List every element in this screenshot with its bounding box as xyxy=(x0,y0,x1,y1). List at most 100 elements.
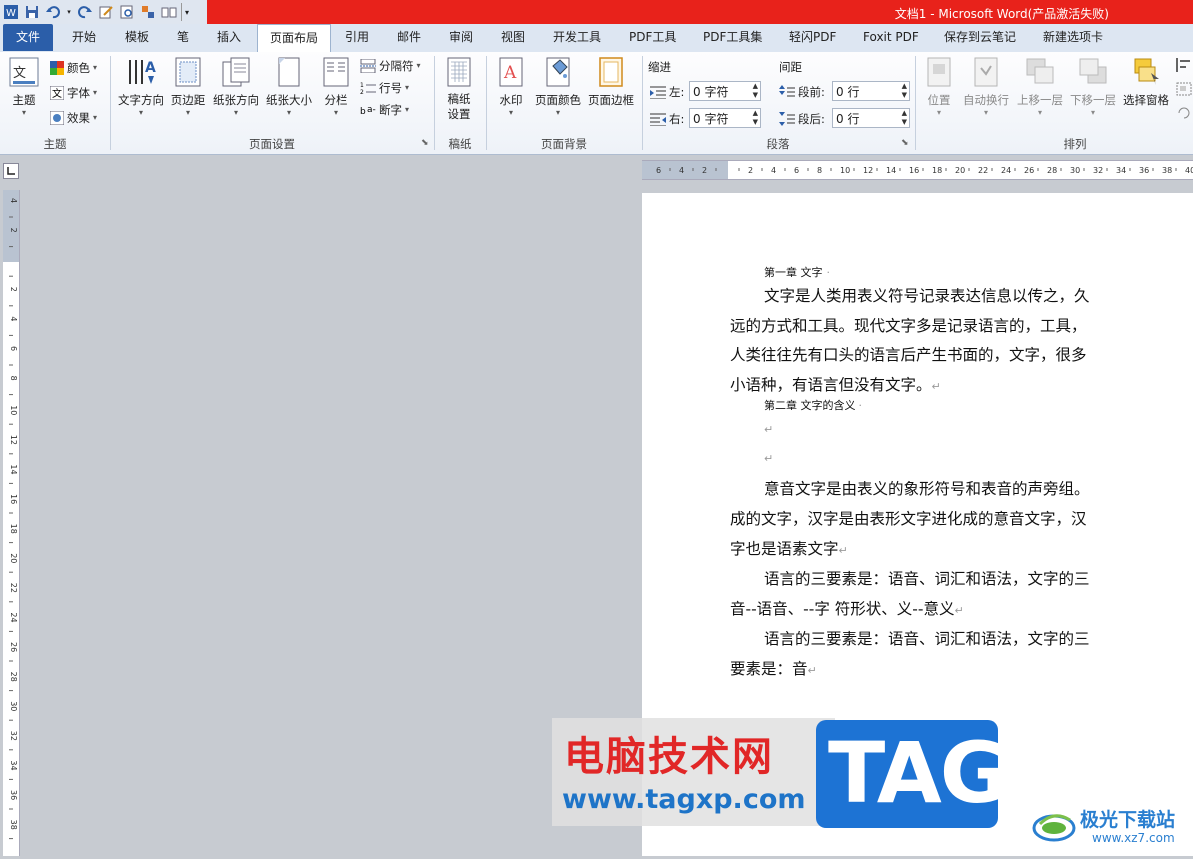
orientation-button[interactable]: 纸张方向 ▾ xyxy=(212,56,260,118)
bring-forward-button[interactable]: 上移一层 ▾ xyxy=(1015,56,1065,118)
selection-pane-button[interactable]: 选择窗格 xyxy=(1120,56,1172,108)
paragraph-4-line-1[interactable]: 语言的三要素是：语音、词汇和语法，文字的三 xyxy=(764,627,1090,649)
tab-insert[interactable]: 插入 xyxy=(217,24,241,51)
chapter-1-heading[interactable]: 第一章 文字 · xyxy=(764,264,830,280)
tab-new-tab[interactable]: 新建选项卡 xyxy=(1043,24,1103,51)
paragraph-2-line-2[interactable]: 成的文字，汉字是由表形文字进化成的意音文字，汉 xyxy=(730,507,1087,529)
ruler-tick-label: 38 xyxy=(1162,166,1172,175)
spin-arrows-icon[interactable]: ▲ ▼ xyxy=(902,82,907,100)
ruler-tick-label: 16 xyxy=(909,166,919,175)
indent-right-input[interactable]: 0 字符 ▲ ▼ xyxy=(689,108,761,128)
group-label-manuscript: 稿纸 xyxy=(448,137,472,151)
tab-foxit-pdf[interactable]: Foxit PDF xyxy=(863,24,919,51)
paragraph-3-line-1[interactable]: 语言的三要素是：语音、词汇和语法，文字的三 xyxy=(764,567,1090,589)
ruler-tick-label: 30 xyxy=(1070,166,1080,175)
spacing-before-input[interactable]: 0 行 ▲ ▼ xyxy=(832,81,910,101)
ruler-tick-label: 28 xyxy=(1047,166,1057,175)
paragraph-mark: ↵ xyxy=(838,544,848,557)
paragraph-1-line-3[interactable]: 人类往往先有口头的语言后产生书面的，文字，很多 xyxy=(730,343,1087,365)
read-mode-icon[interactable] xyxy=(160,3,178,21)
page-color-button[interactable]: 页面颜色 ▾ xyxy=(533,56,583,118)
margins-button[interactable]: 页边距 ▾ xyxy=(168,56,208,118)
breaks-button[interactable]: 分隔符 ▾ xyxy=(360,58,421,74)
paragraph-launcher-icon[interactable]: ⬊ xyxy=(901,138,909,148)
redo-icon[interactable] xyxy=(76,3,94,21)
watermark-button[interactable]: A 水印 ▾ xyxy=(494,56,528,118)
svg-text:1: 1 xyxy=(360,82,364,89)
indent-right-icon xyxy=(650,113,666,126)
text-direction-button[interactable]: A 文字方向 ▾ xyxy=(116,56,166,118)
group-label-page-setup: 页面设置 xyxy=(249,137,295,151)
line-numbers-button[interactable]: 12 行号 ▾ xyxy=(360,80,409,96)
wrap-text-button[interactable]: 自动换行 ▾ xyxy=(961,56,1011,118)
empty-paragraph-mark[interactable]: ↵ xyxy=(764,452,773,465)
paragraph-3-line-2[interactable]: 音--语音、--字 符形状、义--意义↵ xyxy=(730,597,964,619)
empty-paragraph-mark[interactable]: ↵ xyxy=(764,423,773,436)
tab-selector-button[interactable] xyxy=(3,163,19,179)
paragraph-1-line-2[interactable]: 远的方式和工具。现代文字多是记录语言的，工具， xyxy=(730,314,1087,336)
tab-save-cloud-note[interactable]: 保存到云笔记 xyxy=(944,24,1016,51)
tab-pen[interactable]: 笔 xyxy=(177,24,189,51)
spacing-after-input[interactable]: 0 行 ▲ ▼ xyxy=(832,108,910,128)
indent-left-input[interactable]: 0 字符 ▲ ▼ xyxy=(689,81,761,101)
tab-home[interactable]: 开始 xyxy=(72,24,96,51)
tab-developer[interactable]: 开发工具 xyxy=(553,24,601,51)
tab-templates[interactable]: 模板 xyxy=(125,24,149,51)
selection-pane-icon xyxy=(1130,56,1162,88)
send-backward-button[interactable]: 下移一层 ▾ xyxy=(1068,56,1118,118)
ruler-tick-label: 14 xyxy=(9,464,18,474)
spin-arrows-icon[interactable]: ▲ ▼ xyxy=(753,82,758,100)
watermark-url: www.tagxp.com xyxy=(562,784,806,815)
tab-light-pdf[interactable]: 轻闪PDF xyxy=(789,24,836,51)
tab-mailings[interactable]: 邮件 xyxy=(397,24,421,51)
paragraph-4-line-2[interactable]: 要素是：音↵ xyxy=(730,657,817,679)
layout-icon[interactable] xyxy=(139,3,157,21)
undo-icon[interactable] xyxy=(44,3,62,21)
themes-button[interactable]: 文 主题 ▾ xyxy=(6,56,42,118)
wrap-text-icon xyxy=(970,56,1002,88)
chapter-2-heading[interactable]: 第二章 文字的含义 · xyxy=(764,397,862,413)
paragraph-1-line-1[interactable]: 文字是人类用表义符号记录表达信息以传之，久 xyxy=(764,284,1090,306)
spin-arrows-icon[interactable]: ▲ ▼ xyxy=(902,109,907,127)
tab-pdf-tools[interactable]: PDF工具 xyxy=(629,24,676,51)
manuscript-settings-button[interactable]: 稿纸 设置 xyxy=(440,56,478,122)
ruler-tick-label: 2 xyxy=(702,166,707,175)
align-icon[interactable] xyxy=(1176,58,1192,72)
word-app-icon[interactable]: W xyxy=(2,3,20,21)
hyphenation-button[interactable]: b a- 断字 ▾ xyxy=(360,102,409,118)
theme-colors-button[interactable]: 颜色 ▾ xyxy=(50,60,97,76)
spin-arrows-icon[interactable]: ▲ ▼ xyxy=(753,109,758,127)
vertical-ruler[interactable]: 4 2 2 4 6 8 10 12 14 16 18 20 22 24 26 28 30 32 34 36 38 xyxy=(3,190,20,856)
paragraph-2-line-1[interactable]: 意音文字是由表义的象形符号和表音的声旁组。 xyxy=(764,477,1090,499)
chevron-down-icon: ▾ xyxy=(21,108,26,117)
rotate-icon[interactable] xyxy=(1176,106,1192,120)
position-button[interactable]: 位置 ▾ xyxy=(922,56,956,118)
page-borders-button[interactable]: 页面边框 xyxy=(586,56,636,108)
orientation-icon xyxy=(220,56,252,88)
ruler-tick-label: 36 xyxy=(1139,166,1149,175)
tab-references[interactable]: 引用 xyxy=(345,24,369,51)
line-numbers-icon: 12 xyxy=(360,82,376,95)
print-preview-icon[interactable] xyxy=(118,3,136,21)
horizontal-ruler[interactable]: 6 4 2 2 4 6 8 10 12 14 16 18 20 22 24 26 28 30 32 34 36 38 40 xyxy=(642,160,1193,180)
tab-review[interactable]: 审阅 xyxy=(449,24,473,51)
paper-size-button[interactable]: 纸张大小 ▾ xyxy=(264,56,314,118)
undo-dropdown-icon[interactable]: ▾ xyxy=(65,3,73,21)
ruler-tick-label: 26 xyxy=(9,642,18,652)
save-icon[interactable] xyxy=(23,3,41,21)
tab-view[interactable]: 视图 xyxy=(501,24,525,51)
columns-icon xyxy=(320,56,352,88)
tab-file[interactable]: 文件 xyxy=(3,24,53,51)
customize-qat-icon[interactable]: ▾ xyxy=(181,3,192,21)
edit-icon[interactable] xyxy=(97,3,115,21)
tab-pdf-toolset[interactable]: PDF工具集 xyxy=(703,24,762,51)
columns-button[interactable]: 分栏 ▾ xyxy=(318,56,354,118)
paragraph-2-line-3[interactable]: 字也是语素文字↵ xyxy=(730,537,848,559)
theme-fonts-button[interactable]: 文 字体 ▾ xyxy=(50,85,97,101)
tab-page-layout[interactable]: 页面布局 xyxy=(257,24,331,52)
ruler-tick-label: 22 xyxy=(9,583,18,593)
group-objects-icon[interactable] xyxy=(1176,82,1192,96)
paragraph-1-line-4[interactable]: 小语种，有语言但没有文字。↵ xyxy=(730,373,941,395)
page-setup-launcher-icon[interactable]: ⬊ xyxy=(421,138,429,148)
theme-effects-button[interactable]: 效果 ▾ xyxy=(50,110,97,126)
